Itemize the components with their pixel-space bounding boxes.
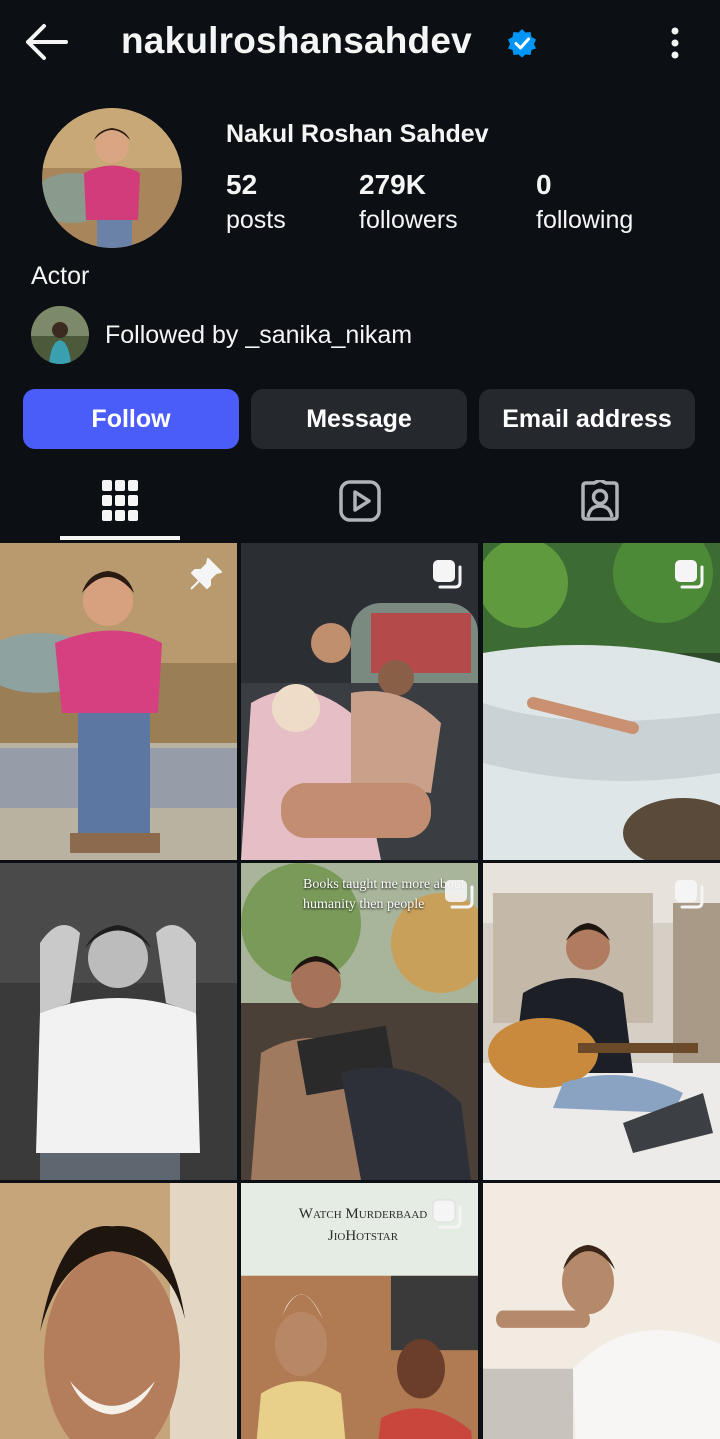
profile-full-name: Nakul Roshan Sahdev xyxy=(226,120,489,148)
following-count: 0 xyxy=(536,169,552,200)
reels-icon xyxy=(339,480,381,522)
carousel-icon xyxy=(433,560,462,589)
post-caption-overlay: Books taught me more about humanity then… xyxy=(303,875,465,915)
grid-icon xyxy=(102,480,138,521)
verified-badge-icon xyxy=(508,29,536,58)
message-button[interactable]: Message xyxy=(251,389,467,449)
follower-avatar xyxy=(31,306,89,364)
tab-tagged[interactable] xyxy=(480,462,720,540)
tab-reels[interactable] xyxy=(240,462,480,540)
following-stat[interactable]: 0 following xyxy=(536,168,633,238)
post-thumbnail-3[interactable] xyxy=(483,543,720,860)
post-thumbnail-4[interactable] xyxy=(0,863,237,1180)
caption-line-1: Books taught me more about xyxy=(303,877,465,892)
carousel-icon xyxy=(675,560,704,589)
caption-line-2: humanity then people xyxy=(303,897,425,912)
tagged-icon xyxy=(581,480,619,521)
carousel-icon xyxy=(675,880,704,909)
following-label: following xyxy=(536,206,634,234)
top-bar: nakulroshansahdev xyxy=(0,0,720,84)
post-thumbnail-2[interactable] xyxy=(241,543,478,860)
followed-by-text: Followed by _sanika_nikam xyxy=(105,321,413,349)
more-vertical-icon xyxy=(671,27,679,59)
profile-tabs xyxy=(0,462,720,540)
post-thumbnail-8[interactable]: Watch Murderbaad JioHotstar xyxy=(241,1183,478,1439)
posts-count: 52 xyxy=(226,169,258,200)
post-thumbnail-7[interactable] xyxy=(0,1183,237,1439)
more-options-button[interactable] xyxy=(660,24,690,62)
profile-avatar[interactable] xyxy=(42,108,182,248)
tab-posts-grid[interactable] xyxy=(0,462,240,540)
followers-label: followers xyxy=(359,206,458,234)
followers-count: 279K xyxy=(359,169,426,200)
post-thumbnail-9[interactable] xyxy=(483,1183,720,1439)
avatar-photo xyxy=(42,108,182,248)
post-thumbnail-5[interactable]: Books taught me more about humanity then… xyxy=(241,863,478,1180)
profile-username: nakulroshansahdev xyxy=(121,20,472,61)
posts-grid: Books taught me more about humanity then… xyxy=(0,543,720,1439)
arrow-left-icon xyxy=(26,24,68,60)
followers-stat[interactable]: 279K followers xyxy=(359,168,458,238)
follow-button[interactable]: Follow xyxy=(23,389,239,449)
carousel-icon xyxy=(445,880,474,909)
posts-stat[interactable]: 52 posts xyxy=(226,168,286,238)
post-thumbnail-6[interactable] xyxy=(483,863,720,1180)
posts-label: posts xyxy=(226,206,286,234)
post-thumbnail-1[interactable] xyxy=(0,543,237,860)
email-address-button[interactable]: Email address xyxy=(479,389,695,449)
carousel-icon xyxy=(432,1199,462,1229)
back-button[interactable] xyxy=(20,20,70,64)
pin-icon xyxy=(190,558,222,590)
profile-bio: Actor xyxy=(31,262,90,290)
followed-by-row[interactable]: Followed by _sanika_nikam xyxy=(31,306,691,364)
active-tab-indicator xyxy=(60,536,180,540)
